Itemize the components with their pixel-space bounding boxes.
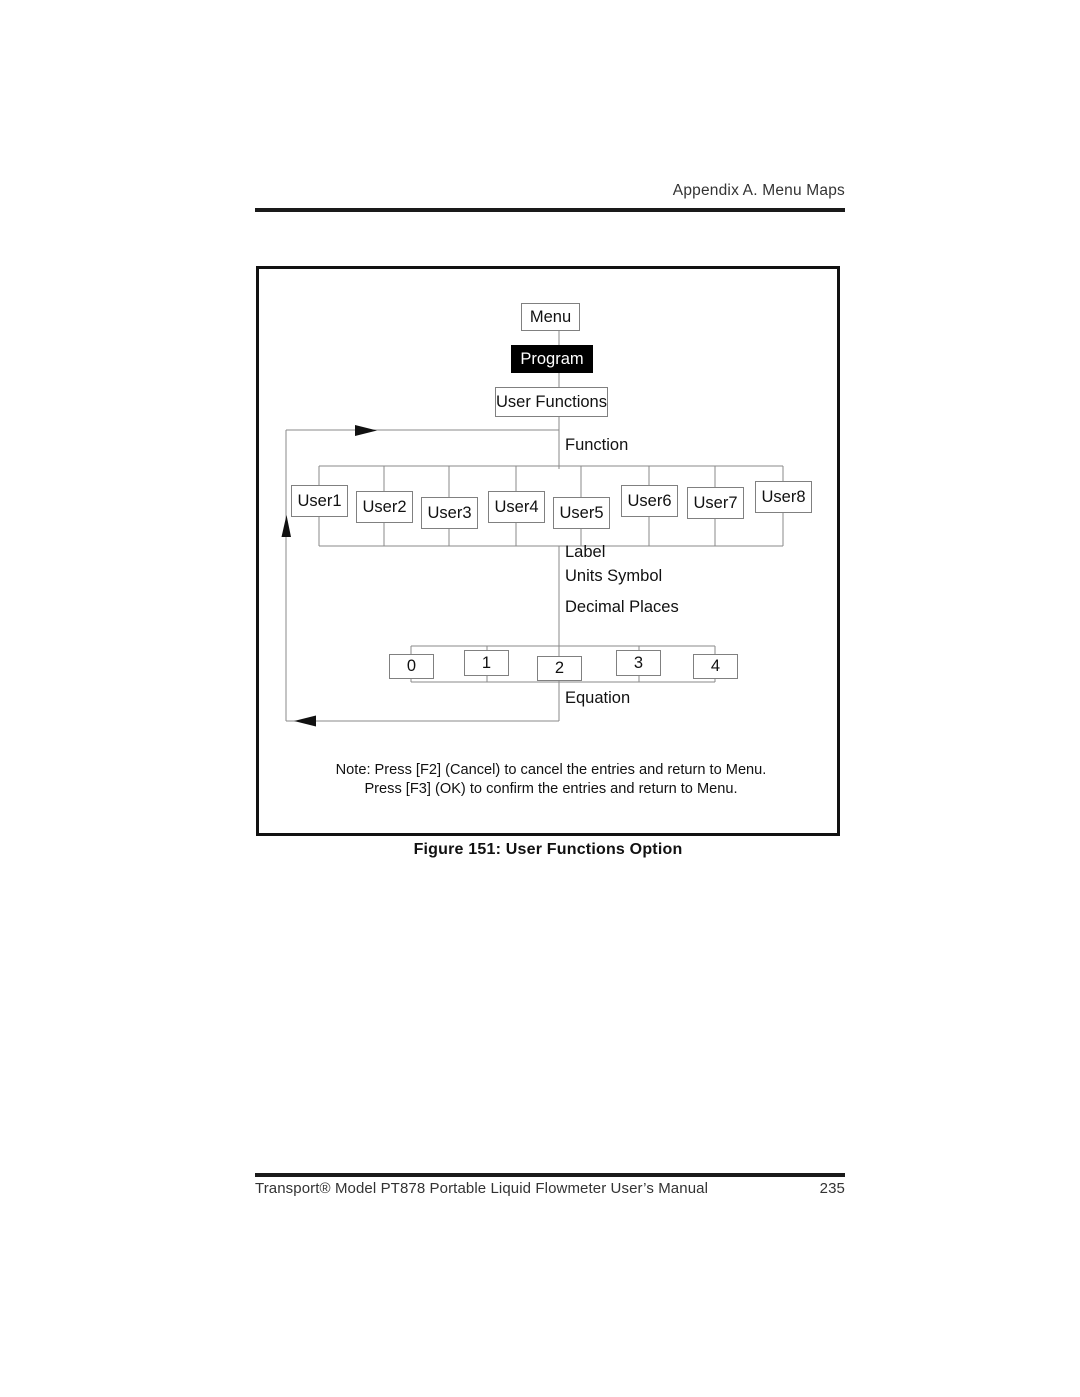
arrow-up-icon bbox=[281, 515, 291, 537]
running-header: Appendix A. Menu Maps bbox=[672, 182, 845, 199]
option-user5[interactable]: User5 bbox=[553, 497, 610, 529]
option-user6[interactable]: User6 bbox=[621, 485, 678, 517]
option-decimal-3[interactable]: 3 bbox=[616, 650, 661, 676]
header-divider bbox=[255, 208, 845, 212]
option-user4[interactable]: User4 bbox=[488, 491, 545, 523]
figure-frame: Menu Program User Functions Function Lab… bbox=[256, 266, 840, 836]
option-user3[interactable]: User3 bbox=[421, 497, 478, 529]
footer-divider bbox=[255, 1173, 845, 1177]
option-decimal-1[interactable]: 1 bbox=[464, 650, 509, 676]
option-user7[interactable]: User7 bbox=[687, 487, 744, 519]
node-menu[interactable]: Menu bbox=[521, 303, 580, 331]
branch-label-decimal-places: Decimal Places bbox=[565, 598, 679, 616]
footer-page-number: 235 bbox=[819, 1180, 845, 1197]
branch-label-label: Label bbox=[565, 543, 606, 561]
arrow-left-icon bbox=[294, 715, 316, 727]
option-user8[interactable]: User8 bbox=[755, 481, 812, 513]
node-user-functions[interactable]: User Functions bbox=[495, 387, 608, 417]
figure-note-line-2: Press [F3] (OK) to confirm the entries a… bbox=[364, 781, 738, 798]
branch-label-function: Function bbox=[565, 436, 629, 454]
option-user1[interactable]: User1 bbox=[291, 485, 348, 517]
option-decimal-0[interactable]: 0 bbox=[389, 654, 434, 679]
branch-label-units-symbol: Units Symbol bbox=[565, 567, 663, 585]
arrow-right-icon bbox=[355, 425, 377, 436]
figure-note: Note: Press [F2] (Cancel) to cancel the … bbox=[299, 761, 803, 800]
footer-manual-title: Transport® Model PT878 Portable Liquid F… bbox=[255, 1180, 709, 1197]
option-user2[interactable]: User2 bbox=[356, 491, 413, 523]
figure-note-line-1: Note: Press [F2] (Cancel) to cancel the … bbox=[335, 762, 767, 778]
branch-label-equation: Equation bbox=[565, 689, 631, 707]
option-decimal-4[interactable]: 4 bbox=[693, 654, 738, 679]
figure-caption: Figure 151: User Functions Option bbox=[413, 841, 683, 858]
option-decimal-2[interactable]: 2 bbox=[537, 656, 582, 681]
page-footer: Transport® Model PT878 Portable Liquid F… bbox=[255, 1180, 845, 1197]
node-program[interactable]: Program bbox=[511, 345, 593, 373]
